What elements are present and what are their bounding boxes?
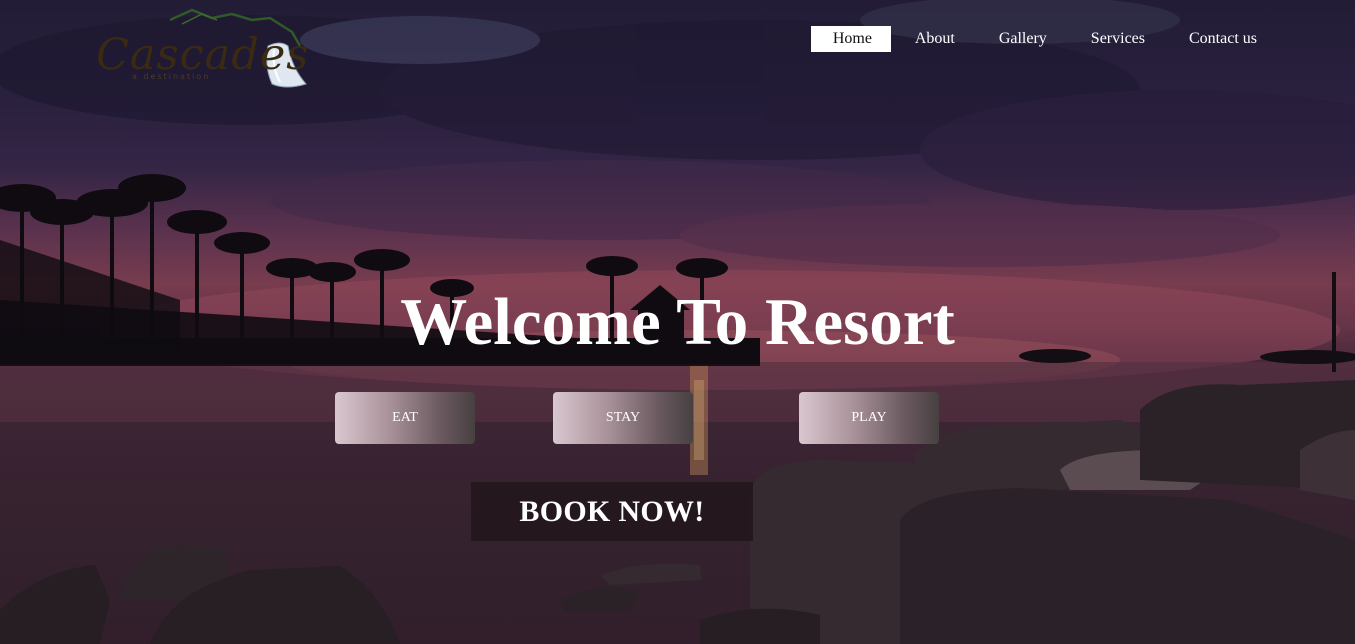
hero-title: Welcome To Resort <box>0 284 1355 360</box>
play-button-label: PLAY <box>851 410 887 425</box>
eat-button-label: EAT <box>392 410 418 425</box>
main-nav: Home About Gallery Services Contact us <box>809 26 1277 52</box>
stay-button[interactable]: STAY <box>553 392 693 444</box>
nav-home[interactable]: Home <box>810 26 891 52</box>
nav-services[interactable]: Services <box>1069 26 1165 52</box>
logo[interactable]: Cascades a destination <box>92 6 317 90</box>
play-button[interactable]: PLAY <box>799 392 939 444</box>
book-now-label: BOOK NOW! <box>519 494 705 528</box>
hero-section: Cascades a destination Home About Galler… <box>0 0 1355 644</box>
nav-contact[interactable]: Contact us <box>1167 26 1277 52</box>
stay-button-label: STAY <box>605 410 641 425</box>
hero-title-text: Welcome To Resort <box>400 285 955 359</box>
logo-tagline: a destination <box>132 72 211 81</box>
nav-about[interactable]: About <box>893 26 975 52</box>
nav-gallery[interactable]: Gallery <box>977 26 1067 52</box>
logo-name: Cascades <box>96 30 310 80</box>
eat-button[interactable]: EAT <box>335 392 475 444</box>
book-now-button[interactable]: BOOK NOW! <box>471 482 753 541</box>
